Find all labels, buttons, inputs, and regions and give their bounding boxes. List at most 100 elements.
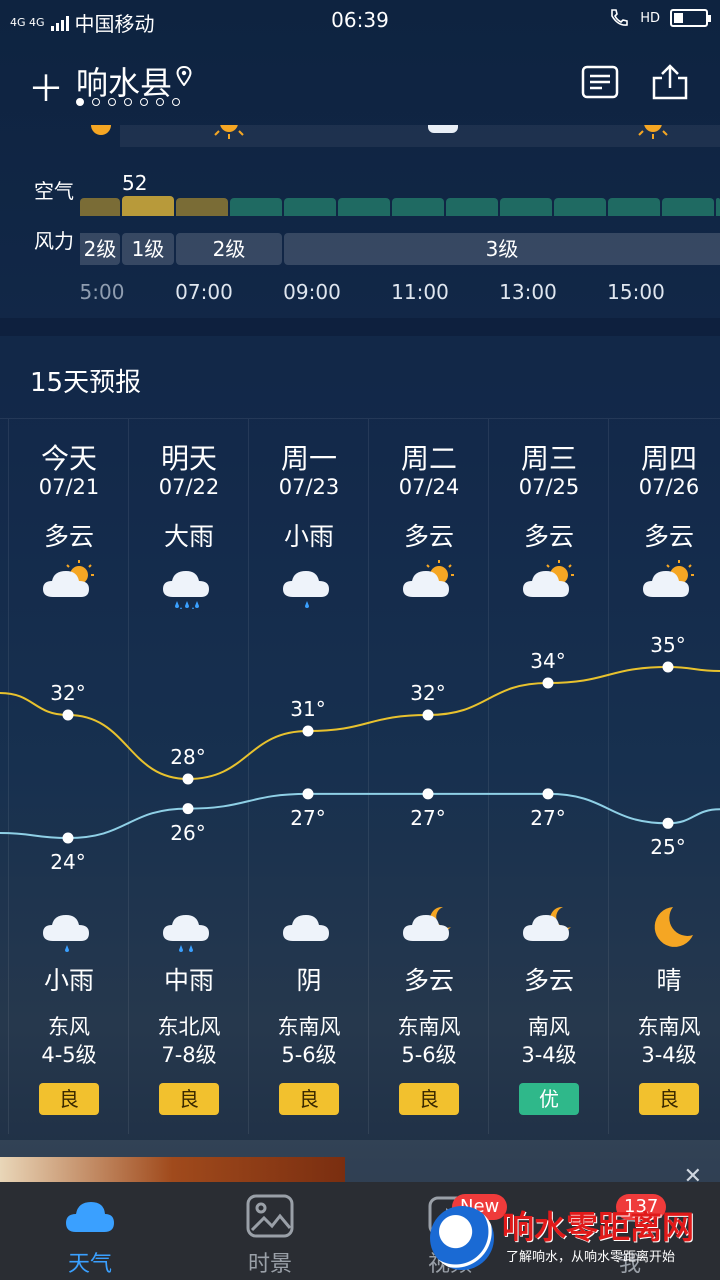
- hourly-weather-strip: [120, 125, 720, 147]
- battery-icon: [670, 9, 711, 27]
- aqi-badge: 良: [279, 1083, 339, 1115]
- forecast-day[interactable]: 周四 07/26 多云晴东南风 3-4级良: [608, 419, 720, 1134]
- overcast-icon: [283, 915, 329, 941]
- page-dot: [156, 98, 164, 106]
- tab-weather[interactable]: 天气: [0, 1182, 180, 1280]
- wind-level: 3-4级: [641, 1043, 697, 1067]
- wind-level: 3-4级: [521, 1043, 577, 1067]
- low-temp-label: 24°: [50, 850, 86, 874]
- partly-cloudy-night-icon: [403, 906, 451, 941]
- wind-level: 5-6级: [401, 1043, 457, 1067]
- battery-fill: [674, 13, 683, 23]
- header: ＋ 响水县: [0, 52, 720, 122]
- partly-cloudy-icon: [523, 560, 574, 597]
- day-name: 周一: [280, 442, 337, 475]
- hour-label: 5:00: [79, 280, 125, 304]
- hour-label: 11:00: [391, 280, 449, 304]
- hour-label: 07:00: [175, 280, 233, 304]
- sun-icon: [214, 125, 244, 139]
- wind-direction: 南风: [528, 1015, 570, 1039]
- hourly-panel[interactable]: 空气 风力 52 2级 1级 2级 3级 5:00 07:00 09:00 11…: [0, 125, 720, 315]
- air-quality-label: 空气: [34, 179, 74, 203]
- tab-label: 时景: [247, 1252, 292, 1277]
- day-date: 07/25: [518, 475, 580, 499]
- day-condition: 多云: [523, 522, 574, 551]
- day-condition: 小雨: [283, 522, 334, 551]
- day-name: 今天: [40, 442, 97, 475]
- day-condition: 多云: [643, 522, 694, 551]
- air-bar: [338, 198, 390, 216]
- add-city-button[interactable]: ＋: [28, 60, 64, 112]
- site-watermark: 响水零距离网 了解响水，从响水零距离开始: [430, 1198, 720, 1280]
- forecast-day[interactable]: 明天 07/22 大雨 中雨 东北风 7-8级良: [128, 419, 248, 1134]
- hour-label: 13:00: [499, 280, 557, 304]
- day-name: 周四: [640, 442, 697, 475]
- tab-label: 天气: [67, 1252, 112, 1277]
- forecast-title: 15天预报: [30, 368, 142, 398]
- wind-segment: 2级: [80, 233, 120, 265]
- wind-level: 4-5级: [41, 1043, 97, 1067]
- light-rain-icon: [43, 915, 89, 952]
- day-date: 07/23: [278, 475, 340, 499]
- forecast-panel[interactable]: 今天 07/21 多云 小雨 东风 4-5级良明天 07/22 大雨 中雨 东北风 7-8级良周一 0…: [0, 418, 720, 1134]
- forecast-day[interactable]: 周二 07/24 多云 多云 东南风 5-6级良: [368, 419, 488, 1134]
- air-value: 52: [122, 171, 148, 195]
- ad-image[interactable]: [0, 1157, 345, 1182]
- day-condition: 大雨: [163, 522, 214, 551]
- cloud-icon: [66, 1202, 114, 1232]
- air-bar: [446, 198, 498, 216]
- air-bar: [392, 198, 444, 216]
- wind-label: 风力: [34, 229, 74, 253]
- page-indicator: [76, 98, 180, 106]
- low-temp-label: 26°: [170, 820, 206, 845]
- day-date: 07/24: [398, 475, 460, 499]
- partly-cloudy-night-icon: [523, 906, 571, 941]
- forecast-day[interactable]: 周一 07/23 小雨阴东南风 5-6级良: [248, 419, 368, 1134]
- air-bar: [122, 196, 174, 216]
- day-name: 周二: [400, 442, 457, 475]
- tab-scenes[interactable]: 时景: [180, 1182, 360, 1280]
- forecast-day[interactable]: 今天 07/21 多云小雨东风 4-5级良: [8, 419, 128, 1134]
- aqi-badge: 良: [159, 1083, 219, 1115]
- air-bar: [554, 198, 606, 216]
- day-condition: 多云: [43, 522, 94, 551]
- night-condition: 阴: [296, 966, 322, 995]
- wind-segment: 3级: [284, 233, 720, 265]
- air-bar: [608, 198, 660, 216]
- light-rain-icon: [283, 571, 329, 608]
- low-temp-label: 27°: [410, 805, 446, 830]
- air-bar: [716, 198, 720, 216]
- day-date: 07/26: [638, 475, 700, 499]
- day-date: 07/21: [38, 475, 100, 499]
- wind-segment: 2级: [176, 233, 282, 265]
- moon-icon: [654, 907, 693, 947]
- sun-icon: [91, 125, 111, 135]
- air-bar: [284, 198, 336, 216]
- cloud-icon: [428, 125, 458, 133]
- picture-icon: [246, 1194, 294, 1238]
- partly-cloudy-icon: [403, 560, 454, 597]
- page-dot: [76, 98, 84, 106]
- status-right: HD: [608, 8, 711, 28]
- hour-label: 15:00: [607, 280, 665, 304]
- day-condition: 多云: [403, 522, 454, 551]
- air-bar: [176, 198, 228, 216]
- share-icon[interactable]: [650, 62, 690, 102]
- air-bar: [230, 198, 282, 216]
- news-list-icon[interactable]: [580, 62, 620, 102]
- day-name: 明天: [160, 442, 217, 475]
- page-dot: [140, 98, 148, 106]
- high-temp-label: 35°: [650, 633, 686, 657]
- wind-direction: 东风: [48, 1015, 90, 1039]
- status-bar: 4G 4G 中国移动 06:39 HD: [0, 0, 720, 40]
- night-condition: 小雨: [43, 966, 94, 995]
- night-condition: 多云: [523, 966, 574, 995]
- aqi-badge: 良: [39, 1083, 99, 1115]
- partly-cloudy-icon: [43, 560, 94, 597]
- forecast-day[interactable]: 周三 07/25 多云 多云 南风 3-4级优: [488, 419, 608, 1134]
- wind-direction: 东南风: [277, 1015, 341, 1039]
- page-dot: [172, 98, 180, 106]
- hd-indicator: HD: [640, 10, 660, 26]
- moderate-rain-icon: [163, 915, 209, 952]
- day-date: 07/22: [158, 475, 220, 499]
